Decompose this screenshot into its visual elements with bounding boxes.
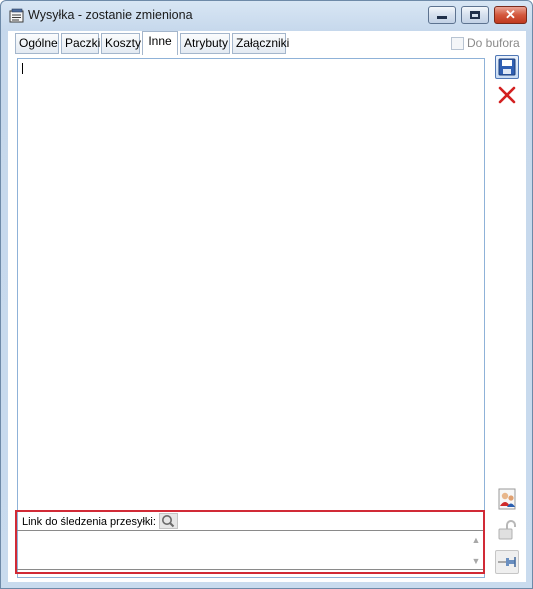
tab-koszty[interactable]: Koszty <box>101 33 141 54</box>
do-bufora-box[interactable] <box>451 37 464 50</box>
scroll-down-icon[interactable]: ▼ <box>470 555 482 567</box>
pin-icon <box>498 557 516 567</box>
find-icon <box>162 515 175 528</box>
maximize-button[interactable] <box>461 6 489 24</box>
minimize-icon <box>437 16 447 19</box>
tab-paczki[interactable]: Paczki <box>61 33 100 54</box>
notes-textarea[interactable] <box>17 58 485 578</box>
minimize-button[interactable] <box>428 6 456 24</box>
cancel-icon <box>498 86 516 104</box>
people-icon <box>498 488 516 510</box>
scroll-up-icon[interactable]: ▲ <box>470 534 482 546</box>
people-button[interactable] <box>495 487 519 511</box>
save-icon <box>498 58 516 76</box>
tab-zalaczniki[interactable]: Załączniki <box>232 33 289 54</box>
do-bufora-label: Do bufora <box>467 36 520 50</box>
tracking-link-field[interactable] <box>19 532 467 569</box>
tracking-link-button[interactable] <box>159 513 178 529</box>
lock-icon <box>498 520 516 540</box>
tab-ogolne[interactable]: Ogólne <box>15 33 59 54</box>
lock-button[interactable] <box>495 518 519 542</box>
title-bar: Wysyłka - zostanie zmieniona ✕ <box>1 1 532 31</box>
close-icon: ✕ <box>505 7 516 22</box>
cancel-button[interactable] <box>495 83 519 107</box>
close-button[interactable]: ✕ <box>494 6 527 24</box>
maximize-icon <box>470 11 480 19</box>
tracking-separator <box>17 530 483 531</box>
pin-button[interactable] <box>495 550 519 574</box>
tracking-bottom-line <box>17 569 483 570</box>
tracking-link-section: Link do śledzenia przesyłki: ▲ ▼ <box>15 510 485 574</box>
window-title: Wysyłka - zostanie zmieniona <box>28 8 193 22</box>
client-area: Ogólne Paczki Koszty Inne Atrybuty Załąc… <box>8 31 526 582</box>
save-button[interactable] <box>495 55 519 79</box>
app-icon <box>9 8 24 23</box>
text-caret <box>22 63 23 74</box>
window: Wysyłka - zostanie zmieniona ✕ Ogólne Pa… <box>0 0 533 589</box>
tab-atrybuty[interactable]: Atrybuty <box>180 33 230 54</box>
tracking-link-label: Link do śledzenia przesyłki: <box>22 516 156 528</box>
tab-inne[interactable]: Inne <box>142 31 178 55</box>
